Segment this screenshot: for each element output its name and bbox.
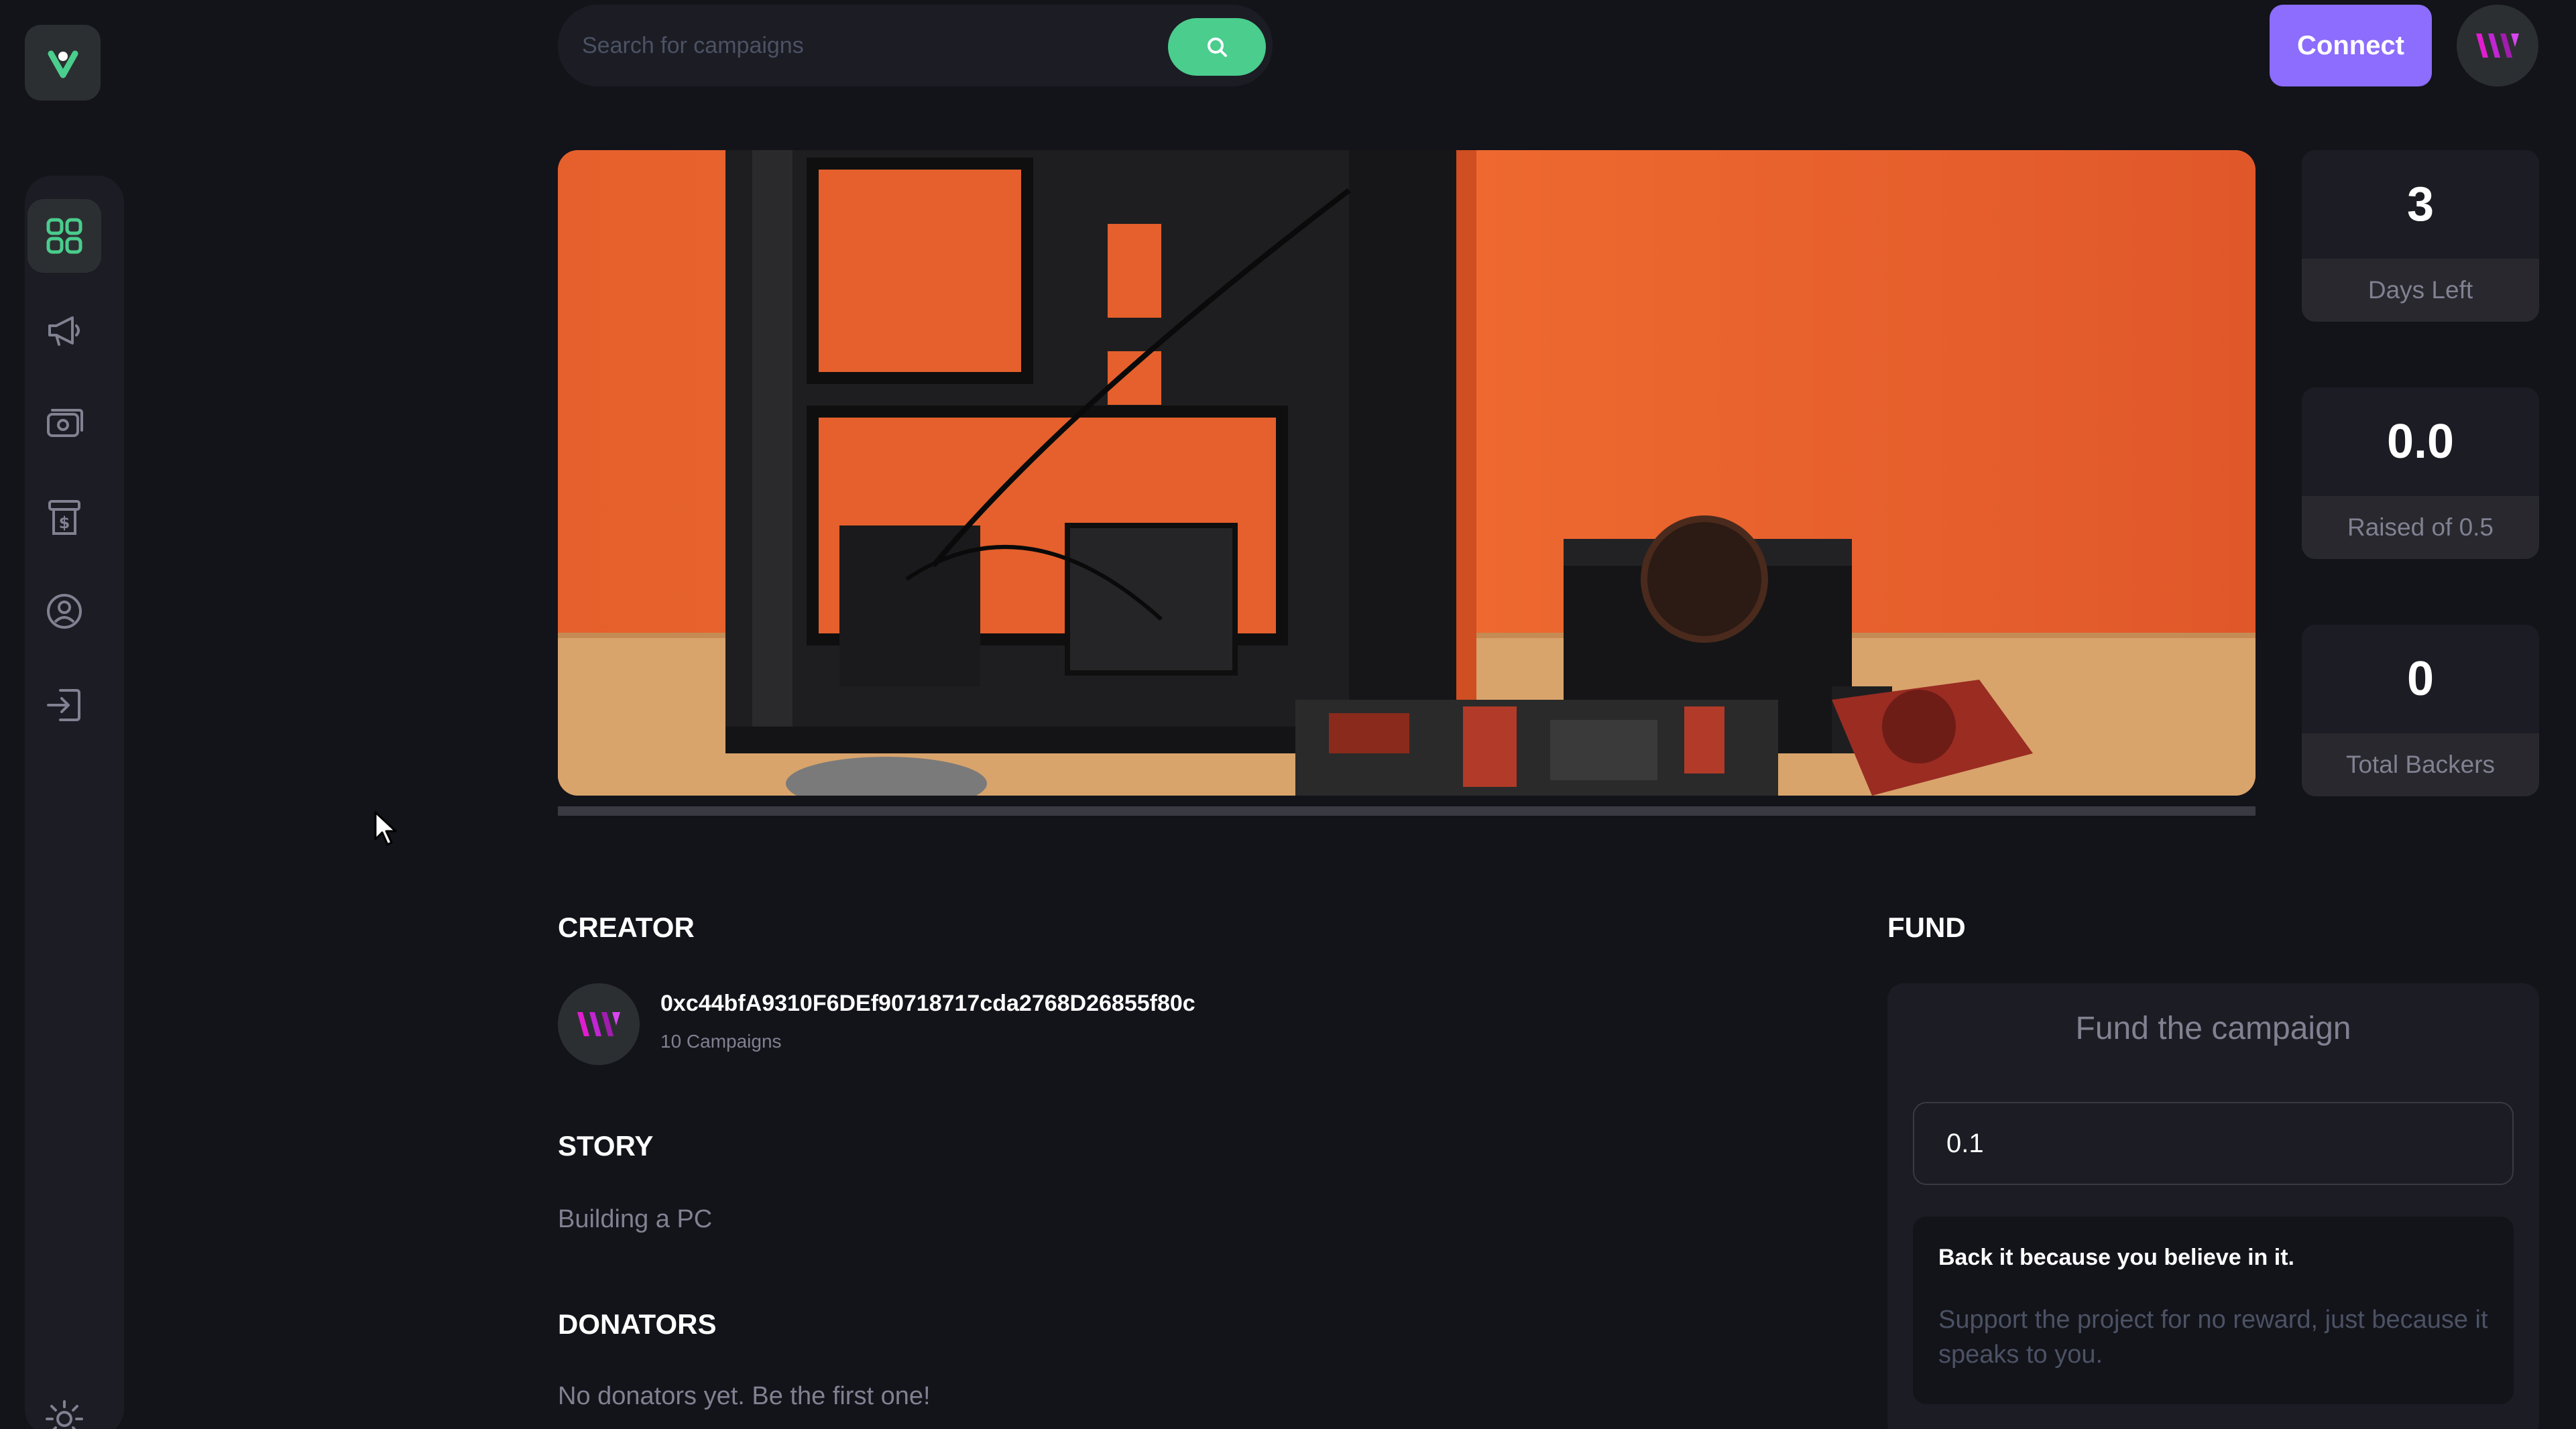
stat-value: 0 — [2302, 625, 2539, 733]
search-bar — [558, 5, 1273, 86]
search-input[interactable] — [582, 5, 1132, 86]
logo-icon — [48, 50, 78, 78]
sidebar: $ — [25, 176, 124, 1429]
story-title: STORY — [558, 1130, 654, 1162]
creator-campaign-count: 10 Campaigns — [660, 1031, 782, 1052]
fund-title: FUND — [1887, 912, 1966, 943]
sidebar-item-campaign[interactable] — [27, 293, 101, 367]
stat-value: 0.0 — [2302, 387, 2539, 496]
believe-text: Support the project for no reward, just … — [1938, 1306, 2488, 1369]
svg-text:$: $ — [59, 513, 70, 532]
donators-empty-text: No donators yet. Be the first one! — [558, 1382, 931, 1410]
dashboard-icon — [46, 218, 82, 254]
fund-amount-input[interactable] — [1913, 1102, 2514, 1185]
stat-value: 3 — [2302, 150, 2539, 259]
search-icon — [1208, 38, 1227, 57]
stat-label: Days Left — [2302, 259, 2539, 322]
fund-card: Fund the campaign Back it because you be… — [1887, 983, 2539, 1429]
sidebar-item-withdraw[interactable]: $ — [27, 481, 101, 554]
connect-button[interactable]: Connect — [2270, 5, 2432, 86]
sun-icon — [46, 1400, 83, 1429]
stat-label: Total Backers — [2302, 733, 2539, 796]
creator-avatar — [558, 983, 640, 1065]
mouse-cursor-icon — [374, 811, 397, 846]
stat-label: Raised of 0.5 — [2302, 496, 2539, 559]
app-logo[interactable] — [25, 25, 101, 101]
thirdweb-logo-icon — [2476, 34, 2519, 58]
profile-avatar[interactable] — [2457, 5, 2538, 86]
sidebar-item-profile[interactable] — [27, 574, 101, 648]
profile-icon — [47, 594, 82, 629]
search-button[interactable] — [1168, 18, 1266, 76]
donators-title: DONATORS — [558, 1308, 717, 1340]
creator-address: 0xc44bfA9310F6DEf90718717cda2768D26855f8… — [660, 991, 1195, 1016]
payment-icon — [47, 409, 83, 437]
logout-icon — [47, 689, 80, 721]
stat-raised: 0.0 Raised of 0.5 — [2302, 387, 2539, 559]
sidebar-item-dashboard[interactable] — [27, 199, 101, 273]
sidebar-item-theme[interactable] — [27, 1382, 101, 1429]
believe-box: Back it because you believe in it. Suppo… — [1913, 1217, 2514, 1404]
creator-title: CREATOR — [558, 912, 695, 943]
sidebar-item-logout[interactable] — [27, 668, 101, 742]
megaphone-icon — [48, 316, 80, 346]
sidebar-item-payment[interactable] — [27, 387, 101, 460]
thirdweb-logo-icon — [577, 1012, 620, 1036]
campaign-image — [558, 150, 2256, 796]
stat-days-left: 3 Days Left — [2302, 150, 2539, 322]
funding-progress-bar — [558, 806, 2256, 816]
fund-heading: Fund the campaign — [2075, 1011, 2351, 1046]
stat-total-backers: 0 Total Backers — [2302, 625, 2539, 796]
believe-title: Back it because you believe in it. — [1938, 1245, 2294, 1270]
story-text: Building a PC — [558, 1205, 713, 1233]
withdraw-icon: $ — [48, 500, 80, 535]
